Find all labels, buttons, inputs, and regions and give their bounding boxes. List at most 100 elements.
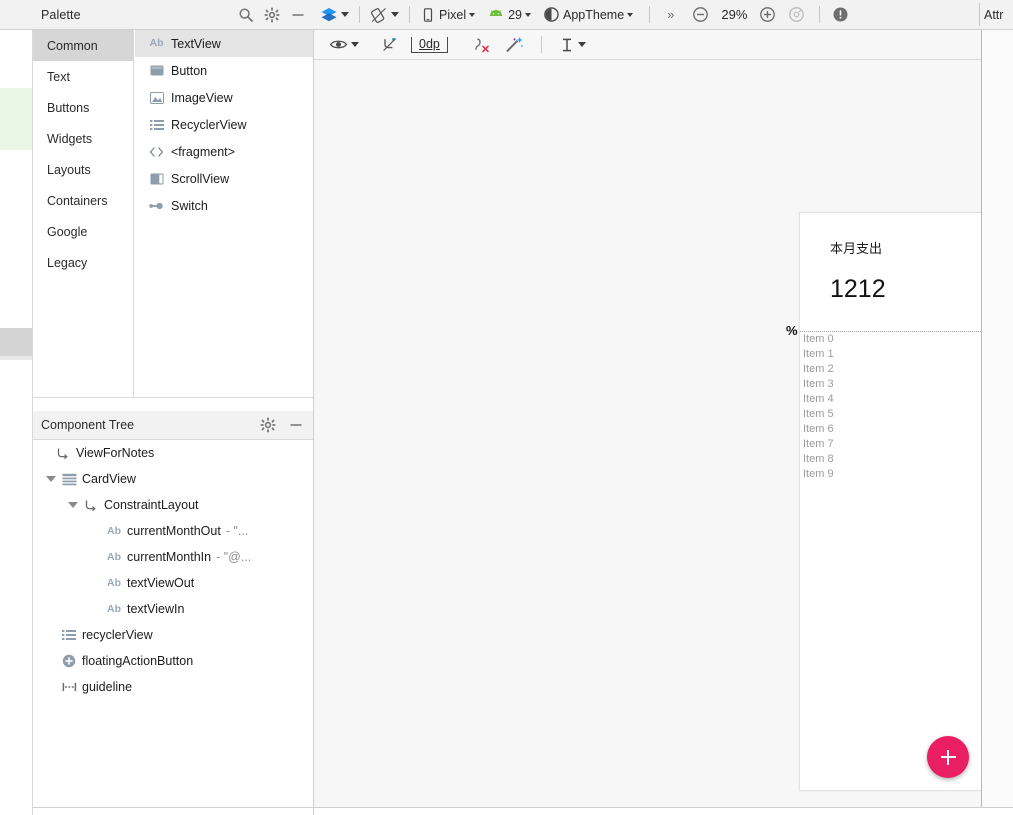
palette-item-list[interactable]: Ab TextView Button ImageView RecyclerVie… [135,30,314,397]
phone-icon [420,7,436,23]
palette-item-recyclerview[interactable]: RecyclerView [135,111,314,138]
device-selector[interactable]: Pixel [414,0,481,29]
tree-row-label: recyclerView [82,628,153,642]
zoom-out-icon [692,6,709,23]
tree-row-label: floatingActionButton [82,654,194,668]
tree-row-textviewout[interactable]: Ab textViewOut [33,570,314,596]
tree-row-label: textViewOut [127,576,195,590]
issues-button[interactable] [824,0,857,29]
minimize-icon[interactable] [290,7,306,23]
textview-icon: Ab [107,602,121,615]
tree-row-floatingactionbutton[interactable]: floatingActionButton [33,648,314,674]
palette-item-switch[interactable]: Switch [135,192,314,219]
tree-expander-constraintlayout[interactable] [67,502,78,508]
palette-category-widgets[interactable]: Widgets [33,123,133,154]
attributes-panel-strip [982,30,1013,807]
palette-category-layouts[interactable]: Layouts [33,154,133,185]
tree-row-cardview[interactable]: CardView [33,466,314,492]
imageview-icon [149,90,164,105]
theme-selector[interactable]: AppTheme [537,0,639,29]
palette-item-imageview[interactable]: ImageView [135,84,314,111]
palette-category-buttons[interactable]: Buttons [33,92,133,123]
palette-item-fragment[interactable]: <fragment> [135,138,314,165]
palette-item-scrollview[interactable]: ScrollView [135,165,314,192]
design-surface-toolbar: 0dp [314,30,1013,59]
android-studio-layout-editor: Palette Pixel 29 AppTheme » 29% Attr Com… [0,0,1013,815]
constraintlayout-icon [83,498,99,512]
default-margin-button[interactable]: 0dp [406,30,453,59]
constraint-error-icon [472,36,492,54]
tree-row-label: ConstraintLayout [104,498,199,512]
zoom-in-icon [759,6,776,23]
tree-row-currentmonthin[interactable]: Ab currentMonthIn - "@... [33,544,314,570]
double-chevron-right-icon: » [667,7,674,22]
palette-item-label: RecyclerView [171,117,247,132]
clear-constraints-button[interactable] [376,30,404,59]
toolbar-overflow-button[interactable]: » [654,0,686,29]
tree-row-constraintlayout[interactable]: ConstraintLayout [33,492,314,518]
textview-icon: Ab [107,550,121,563]
tree-row-currentmonthout[interactable]: Ab currentMonthOut - "... [33,518,314,544]
current-month-out-label: 本月支出 [830,241,883,256]
editor-gutter-strip [0,0,33,815]
attributes-panel-tab[interactable]: Attr [980,0,1013,29]
palette-category-label: Text [47,69,70,84]
zoom-level-label: 29% [721,7,748,22]
tree-row-suffix: - "@... [216,550,252,564]
clear-constraints-icon [381,36,399,54]
zoom-out-button[interactable] [686,0,715,29]
palette-category-containers[interactable]: Containers [33,185,133,216]
guideline-tool-icon [559,37,575,53]
tree-row-label: currentMonthOut [127,524,221,538]
chevron-down-icon [341,12,349,17]
palette-item-label: TextView [171,36,221,51]
zoom-in-button[interactable] [753,0,782,29]
textview-out-value: 1212 [830,275,886,303]
zoom-fit-button[interactable] [782,0,811,29]
warning-icon [832,6,849,23]
constraint-error-button[interactable] [467,30,497,59]
scrollview-icon [149,171,164,186]
toolbar-separator [359,6,360,23]
component-tree-body[interactable]: ViewForNotes CardView ConstraintLayout A… [33,440,314,808]
palette-panel-bottom-divider [33,397,314,398]
guidelines-button[interactable] [554,30,591,59]
design-canvas[interactable]: 本月支出 本月收入 1212 151 % Item 0 Item 1 Item … [314,60,1013,807]
textview-icon: Ab [149,37,164,50]
theme-contrast-icon [543,6,560,23]
palette-category-label: Containers [47,193,108,208]
theme-label: AppTheme [563,7,625,22]
tree-row-guideline[interactable]: guideline [33,674,314,700]
cardview-icon [61,473,77,486]
gear-icon[interactable] [264,7,280,23]
tree-row-label: currentMonthIn [127,550,212,564]
palette-category-legacy[interactable]: Legacy [33,247,133,278]
tree-row-recyclerview[interactable]: recyclerView [33,622,314,648]
palette-category-google[interactable]: Google [33,216,133,247]
floating-action-button-preview[interactable] [927,736,969,778]
android-icon [487,8,505,22]
palette-category-common[interactable]: Common [33,30,133,61]
gear-icon[interactable] [260,417,276,433]
palette-category-list[interactable]: Common Text Buttons Widgets Layouts Cont… [33,30,134,397]
palette-item-button[interactable]: Button [135,57,314,84]
tree-row-textviewin[interactable]: Ab textViewIn [33,596,314,622]
design-mode-selector[interactable] [314,0,355,29]
tree-row-viewfornotes[interactable]: ViewForNotes [33,440,314,466]
tree-expander-cardview[interactable] [45,476,56,482]
gutter-highlight-gray [0,328,33,356]
palette-title: Palette [41,7,81,22]
infer-constraints-button[interactable] [499,30,529,59]
view-options-button[interactable] [324,30,364,59]
palette-item-label: ImageView [171,90,233,105]
search-icon[interactable] [238,7,254,23]
guideline-percent-badge[interactable]: % [786,323,798,338]
orientation-selector[interactable] [364,0,405,29]
api-level-selector[interactable]: 29 [481,0,537,29]
minimize-icon[interactable] [288,417,304,433]
palette-panel-header: Palette [33,0,314,29]
design-surface-toolbar-top: Pixel 29 AppTheme » 29% [314,0,857,29]
palette-category-text[interactable]: Text [33,61,133,92]
palette-panel: Common Text Buttons Widgets Layouts Cont… [33,30,314,397]
palette-item-textview[interactable]: Ab TextView [135,30,314,57]
